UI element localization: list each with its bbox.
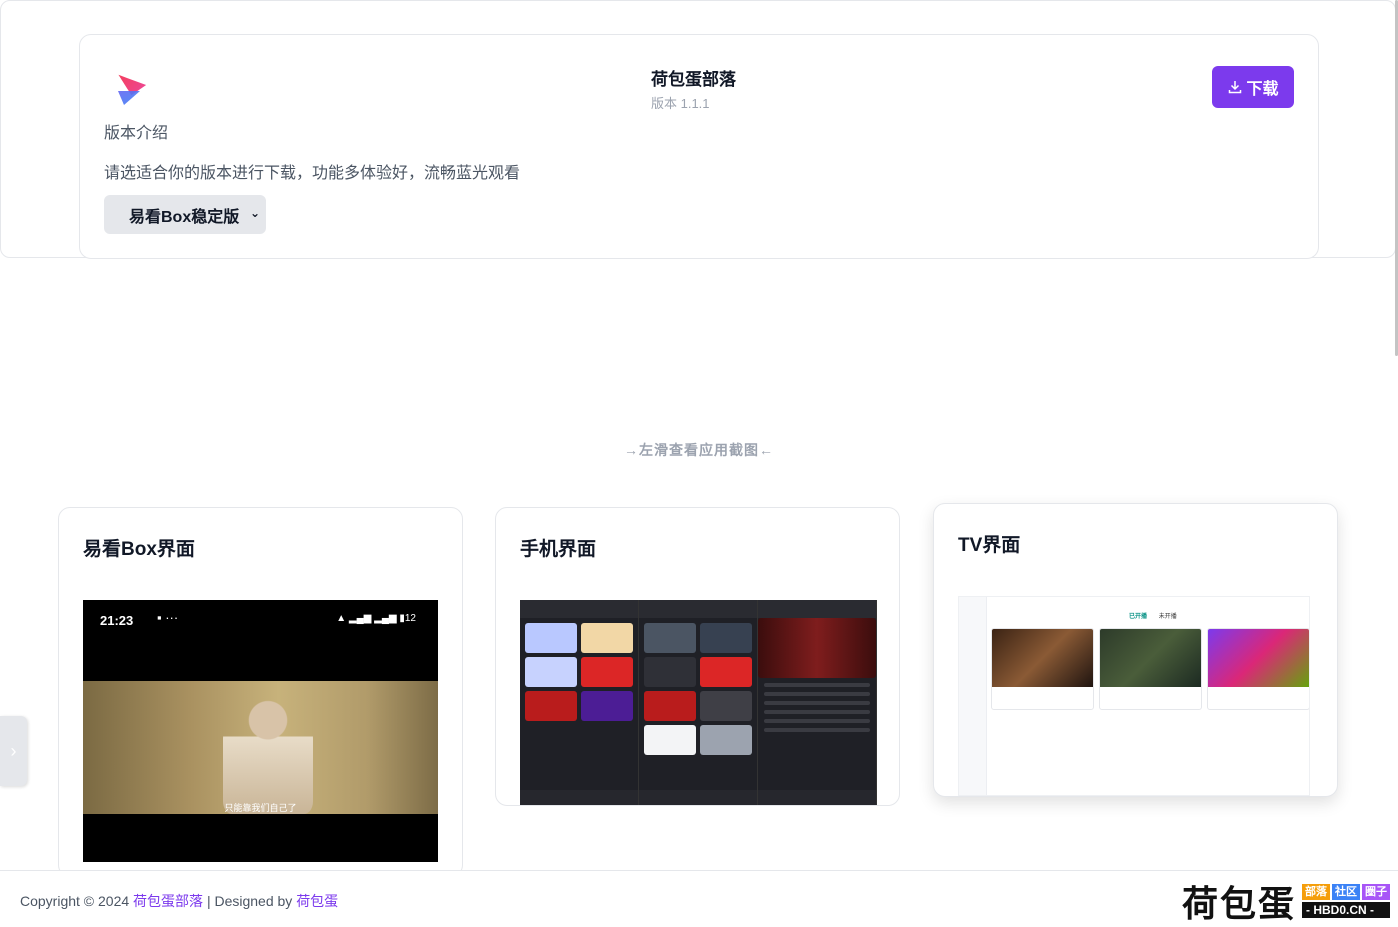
phone-clock: 21:23 [100, 613, 134, 628]
card-title: 手机界面 [520, 539, 597, 560]
mobile-panel-live [758, 600, 877, 805]
tv-thumb [1207, 628, 1309, 710]
version-select[interactable]: 易看Box稳定版 ⌄ [104, 195, 266, 234]
chevron-down-icon: ⌄ [249, 206, 260, 220]
footer: Copyright © 2024 荷包蛋部落 | Designed by 荷包蛋… [0, 870, 1398, 926]
brand-tag: 社区 [1332, 884, 1361, 900]
mobile-navbar [758, 790, 876, 805]
version-card: 版本介绍 荷包蛋部落 版本 1.1.1 下载 请选适合你的版本进行下载，功能多体… [79, 34, 1319, 259]
mobile-navbar [639, 790, 757, 805]
screenshot-card-box: 易看Box界面 21:23 ▪ ··· ▲ ▂▄▆ ▂▄▆ ▮12 只能靠我们自… [58, 507, 463, 877]
tv-thumb [991, 628, 1094, 710]
tv-tabs: 已开播 未开播 [1129, 611, 1177, 620]
brand-domain: - HBD0.CN - [1302, 902, 1391, 918]
tv-tab-other: 未开播 [1158, 614, 1177, 620]
video-subtitle: 只能靠我们自己了 [224, 803, 297, 813]
video-frame: 只能靠我们自己了 [83, 681, 438, 814]
brand-tag: 圈子 [1362, 884, 1391, 900]
site-link[interactable]: 荷包蛋部落 [133, 893, 203, 909]
swipe-hint: →左滑查看应用截图← [624, 442, 774, 458]
tv-tab-active: 已开播 [1129, 614, 1148, 620]
mobile-panel-header [758, 600, 876, 618]
brand-logo[interactable]: 荷包蛋 部落 社区 圈子 - HBD0.CN - [1182, 881, 1391, 925]
mobile-panel-home [520, 600, 639, 805]
screenshot-card-mobile: 手机界面 [495, 507, 900, 806]
app-name: 荷包蛋部落 [651, 70, 736, 89]
designer-link[interactable]: 荷包蛋 [296, 893, 338, 909]
mobile-navbar [520, 790, 638, 805]
version-intro-label: 版本介绍 [104, 125, 169, 142]
copyright-text: Copyright © 2024 [20, 893, 130, 909]
prev-arrow-button[interactable]: › [0, 716, 27, 786]
mobile-panel-header [639, 600, 757, 618]
tv-thumb [1099, 628, 1202, 710]
box-screenshot[interactable]: 21:23 ▪ ··· ▲ ▂▄▆ ▂▄▆ ▮12 只能靠我们自己了 [83, 600, 438, 862]
download-label: 下载 [1246, 81, 1279, 98]
brand-tag: 部落 [1302, 884, 1331, 900]
mobile-panel-category [639, 600, 758, 805]
mobile-screenshot[interactable] [520, 600, 877, 805]
download-button[interactable]: 下载 [1212, 66, 1294, 108]
tv-screenshot[interactable]: 已开播 未开播 [958, 596, 1310, 796]
app-logo-icon [118, 74, 147, 105]
more-icon: ▪ ··· [157, 610, 179, 625]
version-panel: 版本介绍 荷包蛋部落 版本 1.1.1 下载 请选适合你的版本进行下载，功能多体… [0, 0, 1396, 259]
card-title: TV界面 [958, 535, 1021, 556]
version-select-value: 易看Box稳定版 [129, 208, 240, 226]
version-description: 请选适合你的版本进行下载，功能多体验好，流畅蓝光观看 [104, 165, 521, 182]
tv-sidebar [959, 597, 987, 795]
copyright: Copyright © 2024 荷包蛋部落 | Designed by 荷包蛋 [20, 891, 338, 911]
app-version: 版本 1.1.1 [651, 96, 710, 111]
mobile-panel-header [520, 600, 638, 618]
chevron-right-icon: › [10, 740, 17, 761]
status-icons: ▲ ▂▄▆ ▂▄▆ ▮12 [336, 613, 416, 624]
card-title: 易看Box界面 [83, 539, 195, 560]
designed-by-text: | Designed by [206, 893, 293, 909]
video-figure [223, 689, 313, 814]
screenshot-card-tv: TV界面 已开播 未开播 [933, 503, 1338, 797]
download-icon [1229, 81, 1242, 94]
brand-name: 荷包蛋 [1182, 884, 1297, 925]
